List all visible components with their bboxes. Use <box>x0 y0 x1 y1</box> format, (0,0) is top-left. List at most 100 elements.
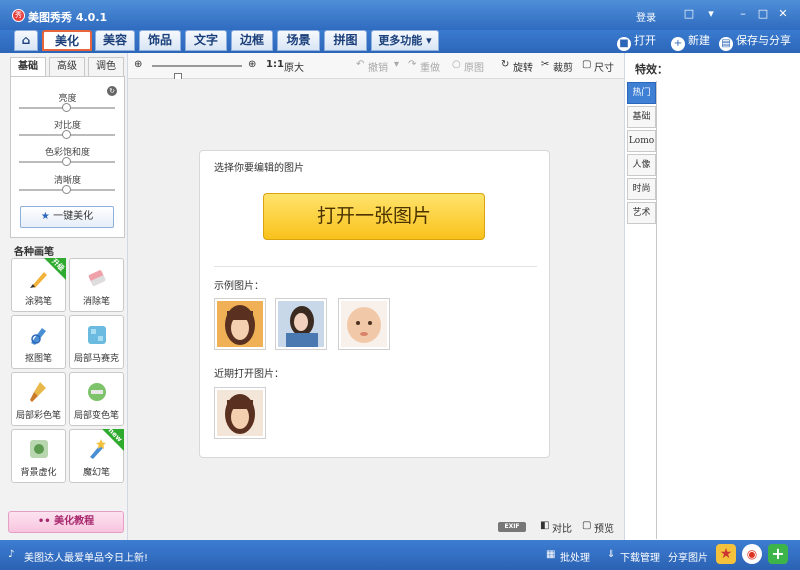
saturation-knob[interactable] <box>62 157 71 166</box>
rotate-button[interactable]: 旋转 <box>513 59 533 74</box>
brush-cutout[interactable]: 抠图笔 <box>11 315 66 369</box>
sharpness-slider[interactable] <box>19 185 115 194</box>
chat-icon[interactable]: □ <box>682 7 696 21</box>
subtab-basic[interactable]: 基础 <box>10 57 46 77</box>
save-share-button[interactable]: ▤ 保存与分享 <box>719 33 791 51</box>
left-panel: 基础 高级 调色 ↻ 亮度 对比度 色彩饱和度 清晰度 ★ 一键美化 各种画笔 … <box>0 53 128 540</box>
portrait-thumbnail <box>217 301 263 347</box>
original-size-button[interactable]: 原大 <box>284 59 304 74</box>
subtab-color[interactable]: 调色 <box>88 57 124 77</box>
download-manager-button[interactable]: 下载管理 <box>620 549 660 564</box>
original-image-button[interactable]: 原图 <box>464 59 484 74</box>
brush-graffiti[interactable]: 升级 涂鸦笔 <box>11 257 66 312</box>
actual-size-button[interactable]: 1:1 <box>266 59 284 70</box>
tutorial-button[interactable]: •• 美化教程 <box>8 511 124 533</box>
share-image-button[interactable]: 分享图片 <box>668 549 708 564</box>
effect-tab-popular[interactable]: 热门 <box>627 82 656 104</box>
tab-text[interactable]: 文字 <box>185 30 227 51</box>
brush-label: 魔幻笔 <box>82 468 110 478</box>
one-click-beautify-button[interactable]: ★ 一键美化 <box>20 206 114 228</box>
crop-button[interactable]: 裁剪 <box>553 59 573 74</box>
brush-label: 局部马赛克 <box>73 354 119 364</box>
maximize-icon[interactable]: □ <box>756 7 770 21</box>
home-icon[interactable]: ⌂ <box>14 30 38 51</box>
effect-tab-art[interactable]: 艺术 <box>627 202 656 224</box>
tab-frames[interactable]: 边框 <box>231 30 273 51</box>
effect-tab-fashion[interactable]: 时尚 <box>627 178 656 200</box>
brush-background-blur[interactable]: 背景虚化 <box>11 429 66 483</box>
menu-icon[interactable]: ▾ <box>704 7 718 21</box>
mosaic-icon <box>88 326 106 344</box>
resize-button[interactable]: 尺寸 <box>594 59 614 74</box>
star-icon[interactable]: ★ <box>716 544 736 564</box>
brush-local-recolor[interactable]: 局部变色笔 <box>69 372 124 426</box>
feet-icon: •• <box>37 516 51 527</box>
brightness-knob[interactable] <box>62 103 71 112</box>
effect-tab-lomo[interactable]: Lomo <box>627 130 656 152</box>
open-image-button[interactable]: 打开一张图片 <box>263 193 485 240</box>
speaker-icon: ♪ <box>8 549 15 560</box>
divider <box>214 266 537 267</box>
sharpness-knob[interactable] <box>62 185 71 194</box>
new-label: 新建 <box>688 34 710 47</box>
news-ticker[interactable]: 美图达人最爱单品今日上新! <box>24 549 148 564</box>
tab-beauty[interactable]: 美容 <box>95 30 135 51</box>
recolor-bucket-icon <box>88 383 106 401</box>
zoom-slider[interactable] <box>152 65 242 83</box>
tab-scenes[interactable]: 场景 <box>277 30 320 51</box>
login-link[interactable]: 登录 <box>636 9 656 24</box>
folder-icon: ■ <box>617 37 631 51</box>
zoom-out-icon[interactable]: ⊕ <box>134 59 142 70</box>
brightness-label: 亮度 <box>58 94 77 104</box>
brush-eraser[interactable]: 消除笔 <box>69 258 124 312</box>
minimize-icon[interactable]: – <box>736 7 750 21</box>
close-icon[interactable]: ✕ <box>776 7 790 21</box>
brush-mosaic[interactable]: 局部马赛克 <box>69 315 124 369</box>
weibo-icon[interactable]: ◉ <box>742 544 762 564</box>
brightness-slider[interactable] <box>19 103 115 112</box>
redo-icon[interactable]: ↷ <box>408 59 416 70</box>
brush-magic[interactable]: new 魔幻笔 <box>69 426 124 483</box>
one-click-label: 一键美化 <box>53 211 94 222</box>
example-image-3[interactable] <box>338 298 390 350</box>
brush-local-color[interactable]: 局部彩色笔 <box>11 372 66 426</box>
batch-button[interactable]: 批处理 <box>560 549 590 564</box>
original-image-icon[interactable]: ○ <box>452 59 461 70</box>
add-icon[interactable]: + <box>768 544 788 564</box>
exif-button[interactable]: EXIF <box>498 522 526 532</box>
adjust-subtabs: 基础 高级 调色 <box>10 57 125 77</box>
color-brush-icon <box>30 382 46 402</box>
example-image-1[interactable] <box>214 298 266 350</box>
redo-button[interactable]: 重做 <box>420 59 440 74</box>
tab-more[interactable]: 更多功能 ▾ <box>371 30 439 51</box>
zoom-in-icon[interactable]: ⊕ <box>248 59 256 70</box>
resize-icon[interactable]: ▢ <box>582 59 591 70</box>
effect-tab-portrait[interactable]: 人像 <box>627 154 656 176</box>
effect-tab-basic[interactable]: 基础 <box>627 106 656 128</box>
contrast-slider[interactable] <box>19 130 115 139</box>
recent-image-1[interactable] <box>214 387 266 439</box>
cutout-pen-icon <box>31 328 46 345</box>
undo-icon[interactable]: ↶ <box>356 59 364 70</box>
chevron-down-icon: ▾ <box>426 34 432 47</box>
new-button[interactable]: + 新建 <box>671 33 710 51</box>
tab-collage[interactable]: 拼图 <box>324 30 367 51</box>
tab-beautify[interactable]: 美化 <box>42 30 92 51</box>
rotate-icon[interactable]: ↻ <box>501 59 509 70</box>
tab-accessories[interactable]: 饰品 <box>139 30 181 51</box>
open-button[interactable]: ■ 打开 <box>617 33 656 51</box>
preview-button[interactable]: 预览 <box>594 520 614 535</box>
undo-dropdown-icon[interactable]: ▾ <box>394 59 399 70</box>
compare-button[interactable]: 对比 <box>552 520 572 535</box>
select-image-prompt: 选择你要编辑的图片 <box>214 163 304 174</box>
preview-icon[interactable]: ▢ <box>582 520 591 531</box>
contrast-knob[interactable] <box>62 130 71 139</box>
plus-icon: + <box>671 37 685 51</box>
subtab-advanced[interactable]: 高级 <box>49 57 85 77</box>
undo-button[interactable]: 撤销 <box>368 59 388 74</box>
saturation-slider[interactable] <box>19 157 115 166</box>
example-image-2[interactable] <box>275 298 327 350</box>
status-bar: ♪ 美图达人最爱单品今日上新! ▦ 批处理 ⇓ 下载管理 分享图片 ★ ◉ + <box>0 540 800 570</box>
compare-icon[interactable]: ◧ <box>540 520 549 531</box>
crop-icon[interactable]: ✂ <box>541 59 549 70</box>
